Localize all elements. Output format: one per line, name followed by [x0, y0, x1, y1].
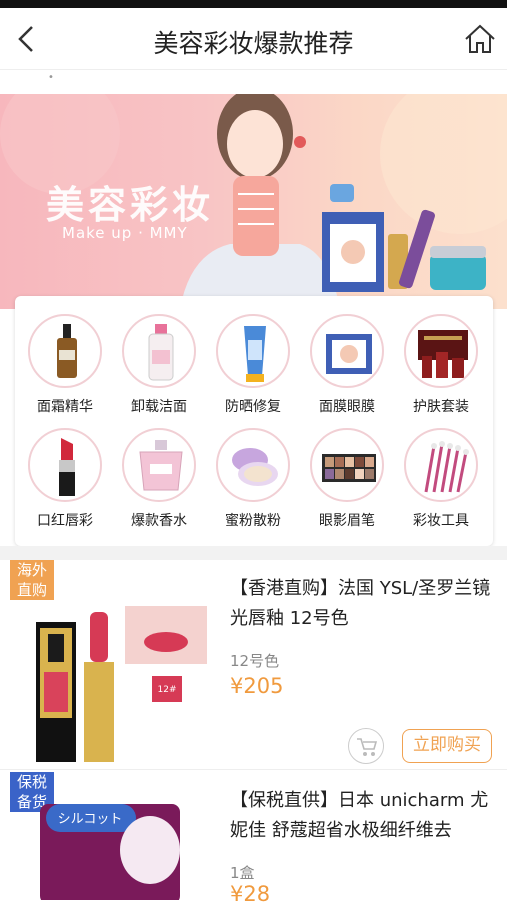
product-price: ¥28: [230, 882, 271, 906]
category-label: 面霜精华: [37, 399, 93, 415]
banner-subtitle: Make up · MMY: [62, 224, 188, 242]
home-icon[interactable]: [463, 22, 497, 56]
product-price: ¥205: [230, 674, 284, 698]
category-label: 蜜粉散粉: [225, 513, 281, 529]
eyeshadow-palette-icon: [310, 428, 384, 502]
category-item[interactable]: 卸载洁面: [112, 314, 206, 416]
stroller-cart-icon[interactable]: [348, 728, 384, 764]
product-card[interactable]: 保税 备货 シルコット 【保税直供】日本 unicharm 尤妮佳 舒蔻超省水极细…: [0, 772, 507, 906]
category-label: 口红唇彩: [37, 513, 93, 529]
svg-text:シルコット: シルコット: [58, 812, 123, 827]
perfume-icon: [122, 428, 196, 502]
product-name[interactable]: 【香港直购】法国 YSL/圣罗兰镜光唇釉 12号色: [230, 574, 498, 634]
product-card[interactable]: 海外 直购 12# 【香港直购】法国 YSL/圣罗兰镜光唇釉 12号色 12号色 …: [0, 560, 507, 770]
category-item[interactable]: 彩妆工具: [394, 428, 488, 530]
category-label: 卸载洁面: [131, 399, 187, 415]
category-item[interactable]: 眼影眉笔: [300, 428, 394, 530]
serum-bottle-icon: [28, 314, 102, 388]
svg-text:12#: 12#: [158, 685, 177, 695]
category-label: 爆款香水: [131, 513, 187, 529]
category-label: 眼影眉笔: [319, 513, 375, 529]
product-image[interactable]: シルコット: [40, 790, 200, 900]
category-item[interactable]: 蜜粉散粉: [206, 428, 300, 530]
category-label: 彩妆工具: [413, 513, 469, 529]
category-label: 防晒修复: [225, 399, 281, 415]
sunscreen-tube-icon: [216, 314, 290, 388]
status-bar: [0, 0, 507, 8]
lipstick-icon: [28, 428, 102, 502]
cleanser-bottle-icon: [122, 314, 196, 388]
category-label: 面膜眼膜: [319, 399, 375, 415]
powder-compact-icon: [216, 428, 290, 502]
header-strip: •: [0, 70, 507, 94]
page-title: 美容彩妆爆款推荐: [153, 29, 354, 58]
category-item[interactable]: 面膜眼膜: [300, 314, 394, 416]
category-label: 护肤套装: [413, 399, 469, 415]
category-item[interactable]: 面霜精华: [18, 314, 112, 416]
category-grid: 面霜精华 卸载洁面 防晒修复 面膜眼膜 护肤套装 口红唇彩 爆款香水 蜜粉散粉 …: [15, 296, 493, 546]
product-image[interactable]: 12#: [20, 572, 220, 762]
category-item[interactable]: 防晒修复: [206, 314, 300, 416]
product-spec: 12号色: [230, 652, 280, 670]
category-item[interactable]: 爆款香水: [112, 428, 206, 530]
section-divider: [0, 546, 507, 560]
banner-title: 美容彩妆: [46, 183, 215, 227]
skincare-set-icon: [404, 314, 478, 388]
category-item[interactable]: 口红唇彩: [18, 428, 112, 530]
product-name[interactable]: 【保税直供】日本 unicharm 尤妮佳 舒蔻超省水极细纤维去: [230, 786, 498, 846]
makeup-brushes-icon: [404, 428, 478, 502]
category-item[interactable]: 护肤套装: [394, 314, 488, 416]
face-mask-box-icon: [310, 314, 384, 388]
top-nav-bar: 美容彩妆爆款推荐: [0, 8, 507, 70]
promo-banner[interactable]: 美容彩妆 Make up · MMY: [0, 94, 507, 309]
product-spec: 1盒: [230, 864, 255, 882]
buy-now-button[interactable]: 立即购买: [402, 729, 492, 763]
dot-mark: •: [48, 72, 54, 83]
